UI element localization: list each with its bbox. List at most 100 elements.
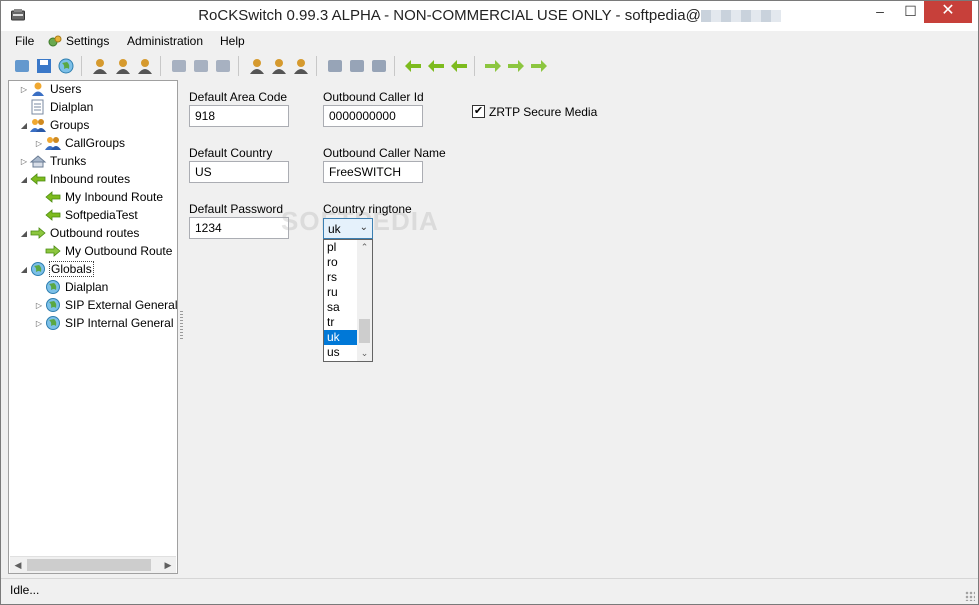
expanded-triangle-icon[interactable]: ◢ (19, 265, 29, 274)
edit-user-icon[interactable] (113, 56, 133, 76)
title-bar[interactable]: RoCKSwitch 0.99.3 ALPHA - NON-COMMERCIAL… (1, 1, 978, 31)
remove-trunk-icon[interactable] (369, 56, 389, 76)
country-ringtone-label: Country ringtone (323, 202, 412, 216)
save-icon[interactable] (34, 56, 54, 76)
expanded-triangle-icon[interactable]: ◢ (19, 121, 29, 130)
resize-grip-icon[interactable] (965, 591, 975, 601)
tree-item-label: My Outbound Route (65, 244, 173, 258)
expanded-triangle-icon[interactable]: ◢ (19, 175, 29, 184)
window-title: RoCKSwitch 0.99.3 ALPHA - NON-COMMERCIAL… (1, 7, 978, 24)
add-trunk-icon[interactable] (325, 56, 345, 76)
outbound-caller-id-input[interactable] (323, 105, 423, 127)
default-country-label: Default Country (189, 146, 273, 160)
tree-item-my-outbound-route[interactable]: My Outbound Route (34, 242, 173, 260)
collapsed-triangle-icon[interactable]: ▷ (34, 319, 44, 328)
remove-inbound-icon[interactable] (449, 56, 469, 76)
remove-dialplan-icon[interactable] (213, 56, 233, 76)
tree-item-sip-internal-general[interactable]: ▷ SIP Internal General (34, 314, 175, 332)
tree-item-label: CallGroups (65, 136, 126, 150)
tree-item-callgroups[interactable]: ▷ CallGroups (34, 134, 126, 152)
dropdown-option-ru[interactable]: ru (324, 285, 357, 300)
scroll-thumb[interactable] (27, 559, 151, 571)
remove-outbound-icon[interactable] (529, 56, 549, 76)
scroll-down-arrow-icon[interactable]: ⌄ (357, 346, 372, 361)
redacted-email (700, 10, 781, 23)
dropdown-option-ro[interactable]: ro (324, 255, 357, 270)
splitter-handle[interactable] (180, 311, 183, 339)
remove-group-icon[interactable] (291, 56, 311, 76)
add-dialplan-icon[interactable] (169, 56, 189, 76)
zrtp-label: ZRTP Secure Media (489, 105, 598, 119)
toolbar (1, 53, 978, 79)
tree-item-sip-external-general[interactable]: ▷ SIP External General (34, 296, 179, 314)
dropdown-option-sa[interactable]: sa (324, 300, 357, 315)
scroll-right-arrow-icon[interactable]: ▶ (160, 557, 176, 574)
edit-trunk-icon[interactable] (347, 56, 367, 76)
close-button[interactable]: ✕ (924, 1, 972, 23)
dropdown-scroll-thumb[interactable] (359, 319, 370, 343)
country-ringtone-select[interactable]: uk ⌄ (323, 218, 373, 239)
scroll-up-arrow-icon[interactable]: ⌃ (357, 240, 372, 255)
add-group-icon[interactable] (247, 56, 267, 76)
tree-item-groups[interactable]: ◢ Groups (19, 116, 90, 134)
tree-item-label: Inbound routes (50, 172, 131, 186)
tree-item-outbound-routes[interactable]: ◢ Outbound routes (19, 224, 140, 242)
tree-item-dialplan[interactable]: Dialplan (19, 98, 94, 116)
edit-outbound-icon[interactable] (506, 56, 526, 76)
collapsed-triangle-icon[interactable]: ▷ (19, 85, 29, 94)
tree-item-inbound-routes[interactable]: ◢ Inbound routes (19, 170, 131, 188)
tree-item-label: My Inbound Route (65, 190, 164, 204)
tree-item-users[interactable]: ▷ Users (19, 80, 82, 98)
collapsed-triangle-icon[interactable]: ▷ (34, 301, 44, 310)
add-outbound-icon[interactable] (483, 56, 503, 76)
collapsed-triangle-icon[interactable]: ▷ (34, 139, 44, 148)
minimize-button[interactable]: – (863, 1, 897, 23)
toolbar-separator (160, 56, 161, 76)
groups-icon (29, 117, 47, 133)
edit-dialplan-icon[interactable] (191, 56, 211, 76)
tree-item-dialplan[interactable]: Dialplan (34, 278, 109, 296)
menu-file[interactable]: File (15, 34, 34, 48)
dropdown-option-tr[interactable]: tr (324, 315, 357, 330)
menu-settings[interactable]: Settings (47, 34, 109, 49)
tree-horizontal-scrollbar[interactable]: ◀ ▶ (10, 556, 176, 573)
dropdown-scrollbar[interactable]: ⌃ ⌄ (357, 240, 372, 361)
connect-icon[interactable] (12, 56, 32, 76)
dropdown-option-us[interactable]: us (324, 345, 357, 360)
dropdown-option-rs[interactable]: rs (324, 270, 357, 285)
inbound-arrow-icon (29, 171, 47, 187)
menu-help[interactable]: Help (220, 34, 245, 48)
country-ringtone-value: uk (328, 222, 341, 236)
expanded-triangle-icon[interactable]: ◢ (19, 229, 29, 238)
tree-item-globals[interactable]: ◢ Globals (19, 260, 94, 278)
default-country-input[interactable] (189, 161, 289, 183)
outbound-caller-name-input[interactable] (323, 161, 423, 183)
tree-item-softpediatest[interactable]: SoftpediaTest (34, 206, 139, 224)
maximize-button[interactable]: ☐ (897, 1, 924, 23)
add-user-icon[interactable] (90, 56, 110, 76)
zrtp-checkbox[interactable]: ✔ (472, 105, 485, 118)
globe-save-icon[interactable] (56, 56, 76, 76)
chevron-down-icon: ⌄ (359, 222, 368, 233)
tree-item-label: Trunks (50, 154, 87, 168)
toolbar-separator (81, 56, 82, 76)
collapsed-triangle-icon[interactable]: ▷ (19, 157, 29, 166)
country-ringtone-dropdown: pl ro rs ru sa tr uk us ⌃ ⌄ (323, 239, 373, 362)
tree-item-trunks[interactable]: ▷ Trunks (19, 152, 87, 170)
remove-user-icon[interactable] (135, 56, 155, 76)
tree-item-label: Globals (49, 261, 94, 277)
default-password-input[interactable] (189, 217, 289, 239)
edit-group-icon[interactable] (269, 56, 289, 76)
default-area-code-input[interactable] (189, 105, 289, 127)
tree-item-label: SoftpediaTest (65, 208, 138, 222)
scroll-left-arrow-icon[interactable]: ◀ (10, 557, 26, 574)
menu-administration[interactable]: Administration (127, 34, 203, 48)
dropdown-option-uk[interactable]: uk (324, 330, 357, 345)
tree-item-my-inbound-route[interactable]: My Inbound Route (34, 188, 164, 206)
tree-item-label: Outbound routes (50, 226, 140, 240)
menu-settings-label: Settings (66, 34, 110, 48)
add-inbound-icon[interactable] (403, 56, 423, 76)
edit-inbound-icon[interactable] (426, 56, 446, 76)
app-window: RoCKSwitch 0.99.3 ALPHA - NON-COMMERCIAL… (0, 0, 979, 605)
dropdown-option-pl[interactable]: pl (324, 240, 357, 255)
